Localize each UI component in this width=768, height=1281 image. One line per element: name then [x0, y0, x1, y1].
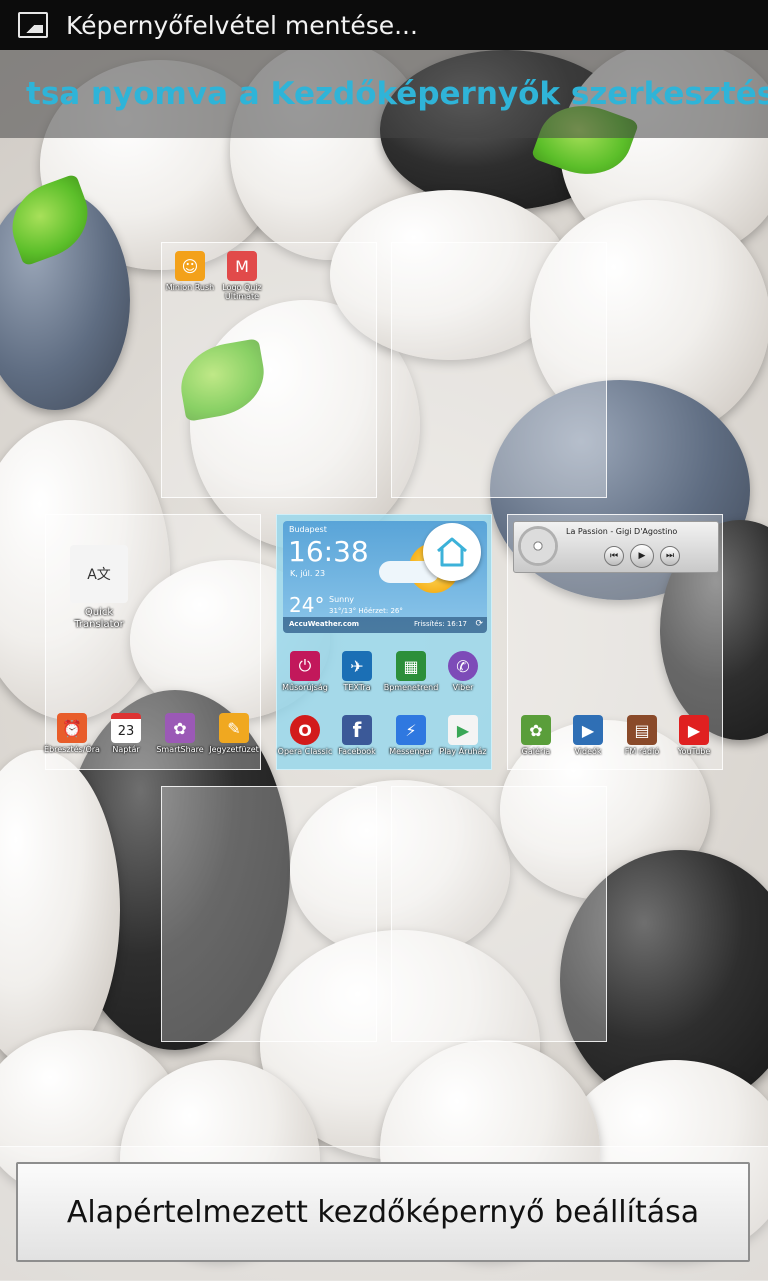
youtube-icon: ▶	[679, 715, 709, 745]
app-play-store[interactable]: ▶ Play Áruház	[435, 715, 491, 756]
app-alarm[interactable]: ⏰ Ébresztés/Óra	[44, 713, 100, 754]
app-label: Ébresztés/Óra	[44, 745, 100, 754]
opera-icon: O	[290, 715, 320, 745]
notebook-icon: ✎	[219, 713, 249, 743]
weather-condition: Sunny	[329, 595, 355, 604]
messenger-icon: ⚡	[396, 715, 426, 745]
app-label: Bpmenetrend	[383, 683, 439, 692]
app-label: Viber	[452, 683, 474, 692]
next-track-button[interactable]: ⏭	[660, 546, 680, 566]
app-label: Logo Quiz Ultimate	[222, 283, 262, 301]
play-button[interactable]: ▶	[630, 544, 654, 568]
screen-thumbnail-5[interactable]: La Passion - Gigi D'Agostino ⏮ ▶ ⏭ ✿ Gal…	[507, 514, 723, 770]
app-fm-radio[interactable]: ▤ FM rádió	[614, 715, 670, 756]
app-textra[interactable]: ✈ TEXTra	[329, 651, 385, 692]
app-videos[interactable]: ▶ Videók	[560, 715, 616, 756]
screen-thumbnail-1[interactable]: ☺ Minion Rush M Logo Quiz Ultimate	[161, 242, 377, 498]
videos-icon: ▶	[573, 715, 603, 745]
app-opera[interactable]: O Opera Classic	[277, 715, 333, 756]
hint-text: tsa nyomva a Kezdőképernyők szerkesztésé	[26, 76, 768, 112]
app-label: SmartShare	[156, 745, 204, 754]
app-label: YouTube	[677, 747, 711, 756]
app-label: Naptár	[112, 745, 140, 754]
weather-updated: Frissítés: 16:17	[413, 620, 467, 628]
previous-track-button[interactable]: ⏮	[604, 546, 624, 566]
app-label: Jegyzetfüzet	[209, 745, 259, 754]
set-default-home-button[interactable]: Alapértelmezett kezdőképernyő beállítása	[16, 1162, 750, 1262]
set-home-button[interactable]	[423, 523, 481, 581]
app-minion-rush[interactable]: ☺ Minion Rush	[162, 251, 218, 292]
screenshot-icon	[18, 12, 48, 38]
tv-guide-icon: ⏻	[290, 651, 320, 681]
hint-banner: tsa nyomva a Kezdőképernyők szerkesztésé	[0, 50, 768, 138]
screen-thumbnail-home[interactable]: Budapest 16:38 K, júl. 23 24° Sunny 31°/…	[276, 514, 492, 770]
app-messenger[interactable]: ⚡ Messenger	[383, 715, 439, 756]
app-label: FM rádió	[624, 747, 660, 756]
cd-icon	[518, 526, 558, 566]
app-label: Opera Classic	[277, 747, 333, 756]
gallery-icon: ✿	[521, 715, 551, 745]
screen-thumbnail-7[interactable]	[391, 786, 607, 1042]
weather-footer: AccuWeather.com Frissítés: 16:17 ⟳	[283, 617, 487, 633]
viber-icon: ✆	[448, 651, 478, 681]
app-youtube[interactable]: ▶ YouTube	[666, 715, 722, 756]
weather-hilo: 31°/13° Hőérzet: 26°	[329, 607, 403, 615]
play-store-icon: ▶	[448, 715, 478, 745]
smartshare-icon: ✿	[165, 713, 195, 743]
screen-thumbnail-6[interactable]	[161, 786, 377, 1042]
app-label: TEXTra	[343, 683, 371, 692]
app-label: Galéria	[521, 747, 551, 756]
app-facebook[interactable]: f Facebook	[329, 715, 385, 756]
weather-date: K, júl. 23	[290, 569, 326, 578]
minion-rush-icon: ☺	[175, 251, 205, 281]
app-smartshare[interactable]: ✿ SmartShare	[152, 713, 208, 754]
app-quick-translator[interactable]: A文 Quick Translator	[66, 545, 132, 631]
screen-thumbnail-3[interactable]: A文 Quick Translator ⏰ Ébresztés/Óra 23 N…	[44, 514, 262, 770]
app-label: Facebook	[338, 747, 376, 756]
home-icon	[437, 537, 467, 567]
weather-temp: 24°	[289, 593, 325, 617]
app-label: Quick Translator	[74, 607, 124, 630]
app-viber[interactable]: ✆ Viber	[435, 651, 491, 692]
app-label: Messenger	[389, 747, 433, 756]
app-label: Műsorújság	[282, 683, 328, 692]
music-song-title: La Passion - Gigi D'Agostino	[566, 527, 678, 536]
logo-quiz-icon: M	[227, 251, 257, 281]
app-label: Play Áruház	[439, 747, 487, 756]
status-notification: Képernyőfelvétel mentése...	[66, 10, 418, 40]
weather-time: 16:38	[288, 535, 369, 568]
app-tv-guide[interactable]: ⏻ Műsorújság	[277, 651, 333, 692]
textra-icon: ✈	[342, 651, 372, 681]
bus-icon: ▦	[396, 651, 426, 681]
weather-city: Budapest	[289, 525, 327, 534]
app-label: Minion Rush	[165, 283, 215, 292]
translator-icon: A文	[70, 545, 128, 603]
refresh-icon[interactable]: ⟳	[475, 619, 483, 629]
screen-thumbnail-2[interactable]	[391, 242, 607, 498]
music-widget[interactable]: La Passion - Gigi D'Agostino ⏮ ▶ ⏭	[513, 521, 719, 573]
app-logo-quiz[interactable]: M Logo Quiz Ultimate	[214, 251, 270, 301]
status-bar: Képernyőfelvétel mentése...	[0, 0, 768, 50]
alarm-clock-icon: ⏰	[57, 713, 87, 743]
app-calendar[interactable]: 23 Naptár	[98, 713, 154, 754]
app-bpmenetrend[interactable]: ▦ Bpmenetrend	[383, 651, 439, 692]
app-notebook[interactable]: ✎ Jegyzetfüzet	[206, 713, 262, 754]
calendar-icon: 23	[111, 713, 141, 743]
app-gallery[interactable]: ✿ Galéria	[508, 715, 564, 756]
weather-brand: AccuWeather.com	[289, 620, 360, 628]
app-label: Videók	[574, 747, 602, 756]
fm-radio-icon: ▤	[627, 715, 657, 745]
facebook-icon: f	[342, 715, 372, 745]
